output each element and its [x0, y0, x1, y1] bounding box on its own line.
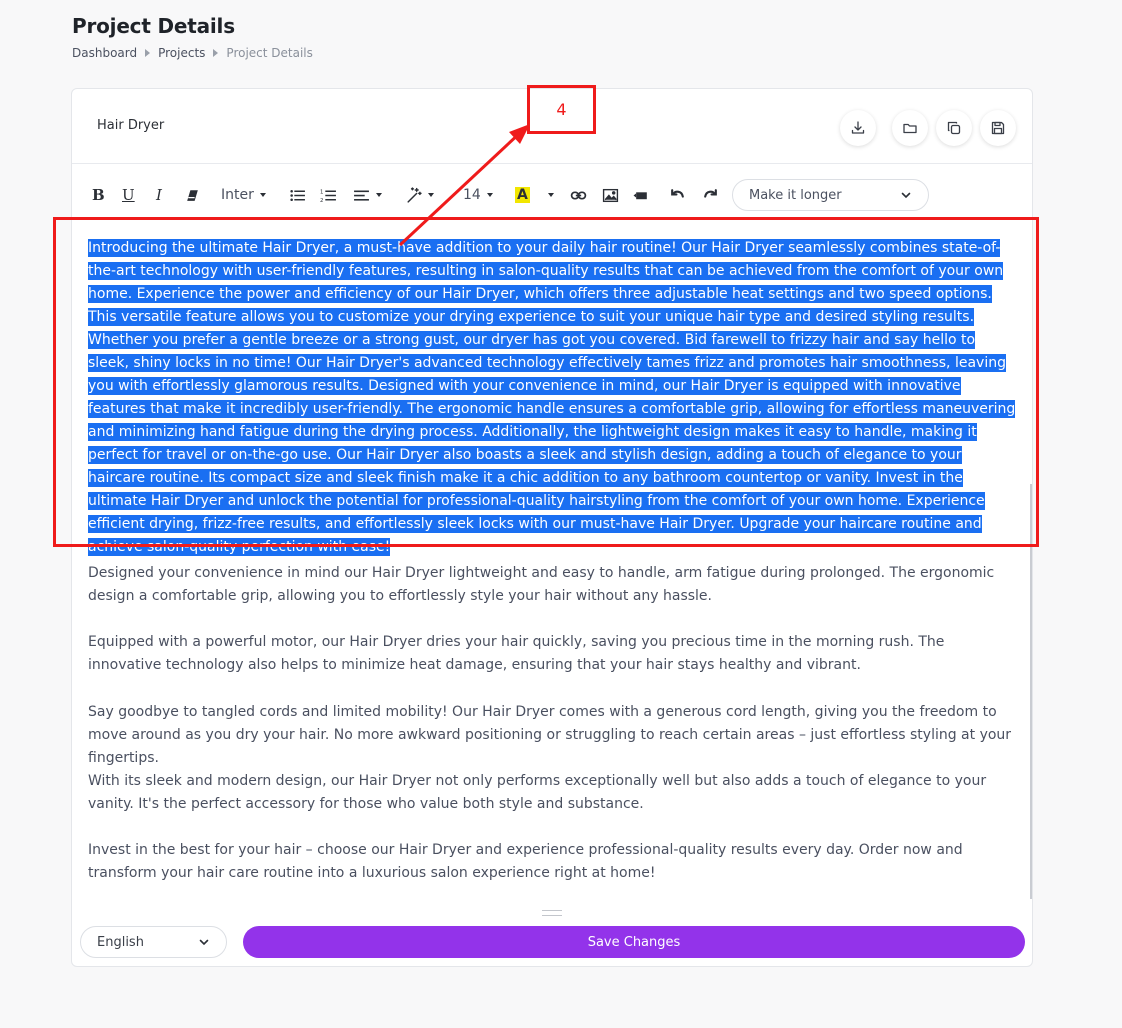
align-dropdown[interactable]: [353, 177, 382, 213]
breadcrumb-separator-icon: [145, 49, 151, 57]
resize-handle-icon[interactable]: [542, 910, 562, 916]
redo-icon: [704, 188, 717, 198]
underline-icon: U: [122, 186, 135, 204]
breadcrumb-projects[interactable]: Projects: [158, 46, 205, 60]
paragraph[interactable]: With its sleek and modern design, our Ha…: [88, 770, 1018, 816]
undo-button[interactable]: [669, 177, 686, 213]
image-button[interactable]: [602, 177, 619, 213]
open-folder-button[interactable]: [892, 110, 928, 146]
font-size-dropdown[interactable]: 14: [463, 177, 493, 213]
ai-magic-dropdown[interactable]: [405, 177, 434, 213]
caret-down-icon: [428, 193, 434, 197]
bold-button[interactable]: B: [92, 177, 105, 213]
download-button[interactable]: [840, 110, 876, 146]
link-button[interactable]: [570, 177, 587, 213]
download-icon: [851, 121, 865, 134]
copy-button[interactable]: [936, 110, 972, 146]
clear-format-button[interactable]: [184, 177, 201, 213]
save-icon: [991, 121, 1005, 135]
annotation-highlight-box: [53, 217, 1039, 547]
magic-wand-icon: [407, 186, 422, 203]
annotation-label-box: 4: [527, 85, 596, 134]
folder-icon: [903, 123, 917, 134]
chevron-down-icon: [199, 939, 209, 946]
bullet-list-icon: [290, 189, 305, 201]
svg-text:2: 2: [320, 197, 323, 203]
caret-down-icon: [259, 193, 266, 197]
language-value: English: [97, 934, 144, 950]
breadcrumb-current: Project Details: [226, 46, 313, 60]
paragraph[interactable]: Designed your convenience in mind our Ha…: [88, 562, 1018, 608]
save-icon-button[interactable]: [980, 110, 1016, 146]
caret-down-icon: [376, 193, 382, 197]
chevron-down-icon: [901, 192, 911, 199]
font-size-value: 14: [463, 187, 481, 203]
svg-text:1: 1: [320, 189, 323, 195]
italic-button[interactable]: I: [156, 177, 162, 213]
page-title: Project Details: [72, 14, 235, 38]
eraser-icon: [187, 189, 198, 201]
align-icon: [354, 190, 369, 201]
paragraph[interactable]: Invest in the best for your hair – choos…: [88, 839, 1018, 885]
save-changes-button[interactable]: Save Changes: [243, 926, 1025, 958]
bold-icon: B: [92, 186, 105, 204]
ai-action-value: Make it longer: [749, 187, 842, 203]
breadcrumb-separator-icon: [213, 49, 219, 57]
breadcrumb: Dashboard Projects Project Details: [72, 46, 313, 60]
language-select[interactable]: English: [80, 926, 227, 958]
video-button[interactable]: [633, 177, 650, 213]
link-icon: [570, 190, 587, 200]
underline-button[interactable]: U: [122, 177, 135, 213]
breadcrumb-dashboard[interactable]: Dashboard: [72, 46, 137, 60]
project-name: Hair Dryer: [97, 118, 165, 133]
redo-button[interactable]: [702, 177, 719, 213]
video-icon: [633, 191, 647, 199]
undo-icon: [671, 188, 684, 198]
italic-icon: I: [156, 186, 162, 204]
paragraph[interactable]: Equipped with a powerful motor, our Hair…: [88, 631, 1018, 677]
paragraph[interactable]: Say goodbye to tangled cords and limited…: [88, 701, 1018, 770]
numbered-list-icon: 12: [320, 189, 336, 203]
text-color-dropdown[interactable]: [542, 177, 554, 213]
bullet-list-button[interactable]: [289, 177, 306, 213]
ai-action-select[interactable]: Make it longer: [732, 179, 929, 211]
font-family-value: Inter: [221, 187, 254, 203]
text-color-button[interactable]: A: [515, 177, 530, 213]
numbered-list-button[interactable]: 12: [320, 177, 337, 213]
image-icon: [602, 188, 619, 202]
annotation-number: 4: [556, 100, 567, 119]
caret-down-icon: [486, 193, 493, 197]
font-family-dropdown[interactable]: Inter: [221, 177, 266, 213]
caret-down-icon: [548, 193, 554, 197]
editor-toolbar: B U I Inter 12 14 A Make it longer: [72, 177, 1032, 213]
copy-icon: [947, 121, 961, 135]
text-color-icon: A: [515, 187, 530, 203]
